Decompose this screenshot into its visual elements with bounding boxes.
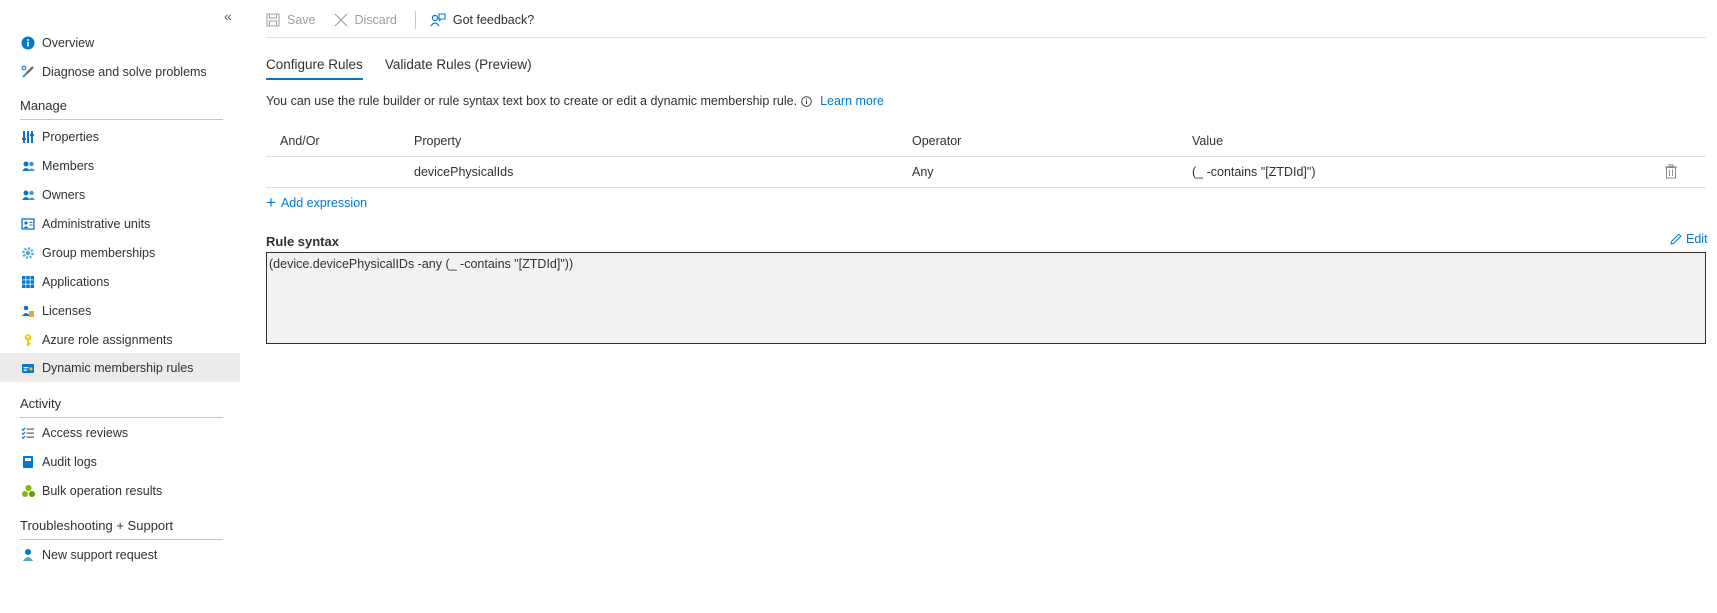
- sidebar: « Overview Diagnose and solve problems M…: [0, 0, 240, 613]
- sidebar-item-label: Group memberships: [42, 245, 156, 260]
- dynamic-rules-icon: [20, 360, 36, 376]
- toolbar-divider: [414, 10, 416, 29]
- header-value: Value: [1192, 134, 1224, 148]
- feedback-button[interactable]: Got feedback?: [430, 13, 534, 27]
- sidebar-item-licenses[interactable]: Licenses: [0, 296, 240, 325]
- save-label: Save: [287, 12, 316, 27]
- sidebar-item-label: Applications: [42, 274, 110, 289]
- sidebar-item-label: New support request: [42, 547, 158, 562]
- sidebar-item-label: Bulk operation results: [42, 483, 163, 498]
- section-header-troubleshooting: Troubleshooting + Support: [20, 518, 223, 540]
- sidebar-item-group-memberships[interactable]: Group memberships: [0, 238, 240, 267]
- header-property: Property: [414, 134, 462, 148]
- licenses-icon: [20, 303, 36, 319]
- header-operator: Operator: [912, 134, 962, 148]
- members-icon: [20, 158, 36, 174]
- info-icon: [20, 35, 36, 51]
- rule-syntax-label: Rule syntax: [266, 234, 339, 249]
- close-icon: [334, 13, 348, 27]
- feedback-label: Got feedback?: [452, 12, 535, 27]
- owners-icon: [20, 187, 36, 203]
- add-expression-button[interactable]: + Add expression: [266, 193, 368, 212]
- sidebar-item-label: Diagnose and solve problems: [42, 64, 207, 79]
- info-outline-icon[interactable]: [801, 95, 812, 107]
- trash-icon: [1665, 164, 1677, 179]
- sidebar-item-label: Members: [42, 158, 95, 173]
- pencil-icon: [1670, 233, 1682, 245]
- sidebar-item-label: Audit logs: [42, 454, 97, 469]
- rule-builder-grid: And/Or Property Operator Value devicePhy…: [266, 126, 1706, 188]
- sidebar-item-label: Access reviews: [42, 425, 129, 440]
- support-person-icon: [20, 547, 36, 563]
- sidebar-item-properties[interactable]: Properties: [0, 122, 240, 151]
- table-row[interactable]: devicePhysicalIds Any (_ -contains "[ZTD…: [266, 157, 1706, 188]
- feedback-icon: [430, 12, 446, 27]
- sidebar-item-applications[interactable]: Applications: [0, 267, 240, 296]
- sidebar-item-azure-role-assignments[interactable]: Azure role assignments: [0, 325, 240, 354]
- tab-strip: Configure Rules Validate Rules (Preview): [266, 57, 554, 80]
- sidebar-item-owners[interactable]: Owners: [0, 180, 240, 209]
- learn-more-link[interactable]: Learn more: [820, 94, 884, 108]
- save-button[interactable]: Save: [266, 13, 316, 27]
- plus-icon: +: [266, 193, 276, 212]
- sidebar-item-label: Licenses: [42, 303, 92, 318]
- wrench-icon: [20, 64, 36, 80]
- discard-button[interactable]: Discard: [334, 13, 397, 27]
- cell-property[interactable]: devicePhysicalIds: [414, 157, 513, 187]
- sidebar-item-label: Dynamic membership rules: [42, 360, 194, 375]
- sidebar-item-label: Owners: [42, 187, 86, 202]
- gear-icon: [20, 245, 36, 261]
- grid-header-row: And/Or Property Operator Value: [266, 126, 1706, 157]
- cell-value[interactable]: (_ -contains "[ZTDId]"): [1192, 157, 1316, 187]
- section-header-activity: Activity: [20, 396, 223, 418]
- edit-button[interactable]: Edit: [1670, 232, 1708, 246]
- properties-icon: [20, 129, 36, 145]
- bulk-icon: [20, 483, 36, 499]
- collapse-sidebar-button[interactable]: «: [224, 8, 232, 24]
- sidebar-item-label: Overview: [42, 35, 95, 50]
- description: You can use the rule builder or rule syn…: [266, 94, 884, 108]
- command-bar: Save Discard Got feedback?: [266, 10, 1706, 38]
- header-and-or: And/Or: [280, 134, 320, 148]
- description-text: You can use the rule builder or rule syn…: [266, 94, 798, 108]
- sidebar-item-audit-logs[interactable]: Audit logs: [0, 447, 240, 476]
- main-content: Save Discard Got feedback? Configure Rul…: [266, 0, 1708, 613]
- cell-operator[interactable]: Any: [912, 157, 934, 187]
- checklist-icon: [20, 425, 36, 441]
- tab-validate-rules[interactable]: Validate Rules (Preview): [385, 57, 532, 80]
- sidebar-item-members[interactable]: Members: [0, 151, 240, 180]
- sidebar-item-overview[interactable]: Overview: [0, 28, 240, 57]
- sidebar-item-label: Azure role assignments: [42, 332, 173, 347]
- sidebar-item-access-reviews[interactable]: Access reviews: [0, 418, 240, 447]
- add-expression-label: Add expression: [280, 196, 368, 210]
- save-icon: [266, 13, 280, 27]
- admin-units-icon: [20, 216, 36, 232]
- sidebar-item-label: Administrative units: [42, 216, 151, 231]
- tab-configure-rules[interactable]: Configure Rules: [266, 57, 363, 80]
- rule-syntax-textbox[interactable]: (device.devicePhysicalIDs -any (_ -conta…: [266, 252, 1706, 344]
- discard-label: Discard: [354, 12, 397, 27]
- sidebar-item-new-support-request[interactable]: New support request: [0, 540, 240, 569]
- sidebar-item-dynamic-membership-rules[interactable]: Dynamic membership rules: [0, 353, 240, 382]
- delete-row-button[interactable]: [1664, 164, 1678, 180]
- section-header-manage: Manage: [20, 98, 223, 120]
- key-icon: [20, 332, 36, 348]
- apps-grid-icon: [20, 274, 36, 290]
- book-icon: [20, 454, 36, 470]
- edit-label: Edit: [1686, 232, 1708, 246]
- sidebar-item-bulk-operation-results[interactable]: Bulk operation results: [0, 476, 240, 505]
- sidebar-item-diagnose[interactable]: Diagnose and solve problems: [0, 57, 240, 86]
- sidebar-item-label: Properties: [42, 129, 99, 144]
- sidebar-item-administrative-units[interactable]: Administrative units: [0, 209, 240, 238]
